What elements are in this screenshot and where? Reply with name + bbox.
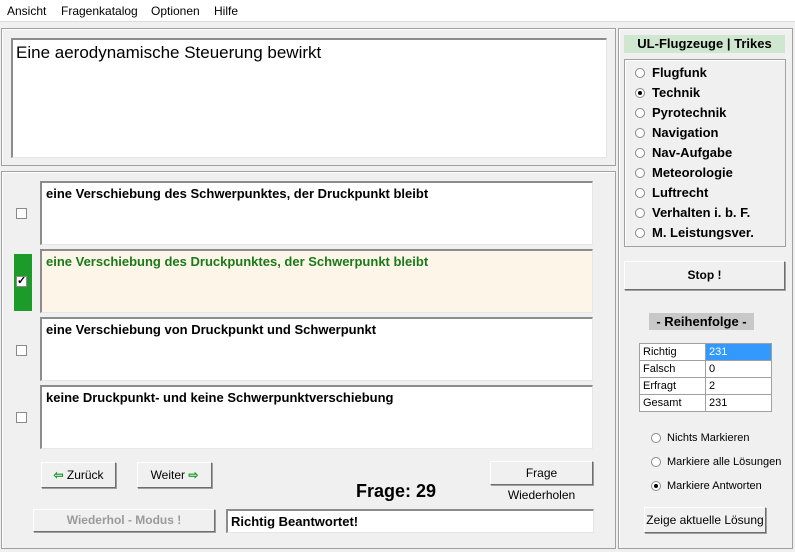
stat-label-falsch: Falsch <box>639 360 706 378</box>
table-row: Richtig 231 <box>639 343 772 361</box>
category-label-verhalten[interactable]: Verhalten i. b. F. <box>652 205 750 220</box>
stat-value-richtig: 231 <box>705 343 772 361</box>
stat-label-gesamt: Gesamt <box>639 394 706 412</box>
stat-label-richtig: Richtig <box>639 343 706 361</box>
stat-value-gesamt: 231 <box>705 394 772 412</box>
category-label-luftrecht[interactable]: Luftrecht <box>652 185 708 200</box>
arrow-left-icon: ⇦ <box>53 468 64 482</box>
radio-verhalten[interactable] <box>635 208 645 218</box>
radio-nichts-markieren[interactable] <box>651 433 661 443</box>
table-row: Falsch 0 <box>639 360 772 378</box>
radio-nav-aufgabe[interactable] <box>635 148 645 158</box>
menu-optionen[interactable]: Optionen <box>151 4 200 18</box>
stats-table: Richtig 231 Falsch 0 Erfragt 2 Gesamt 23… <box>639 343 772 412</box>
category-label-pyrotechnik[interactable]: Pyrotechnik <box>652 105 726 120</box>
back-button[interactable]: ⇦ Zurück <box>41 462 116 488</box>
radio-luftrecht[interactable] <box>635 188 645 198</box>
category-label-meteorologie[interactable]: Meteorologie <box>652 165 733 180</box>
show-solution-button[interactable]: Zeige aktuelle Lösung <box>644 507 766 533</box>
menu-hilfe[interactable]: Hilfe <box>214 4 238 18</box>
next-button[interactable]: Weiter ⇨ <box>137 462 212 488</box>
table-row: Erfragt 2 <box>639 377 772 395</box>
category-label-flugfunk[interactable]: Flugfunk <box>652 65 707 80</box>
reihenfolge-label: - Reihenfolge - <box>649 313 754 330</box>
mark-label-alle[interactable]: Markiere alle Lösungen <box>667 456 781 468</box>
answer-checkbox-1[interactable] <box>16 208 27 219</box>
answer-checkbox-2[interactable] <box>16 274 27 287</box>
radio-technik[interactable] <box>635 88 645 98</box>
wiederhol-mode-button[interactable]: Wiederhol - Modus ! <box>33 509 215 532</box>
radio-meteorologie[interactable] <box>635 168 645 178</box>
question-text: Eine aerodynamische Steuerung bewirkt <box>11 38 607 158</box>
answer-option-2[interactable]: eine Verschiebung des Druckpunktes, der … <box>40 249 593 313</box>
radio-pyrotechnik[interactable] <box>635 108 645 118</box>
next-button-label: Weiter <box>150 468 186 482</box>
category-label-leistungsver[interactable]: M. Leistungsver. <box>652 225 754 240</box>
radio-markiere-alle[interactable] <box>651 457 661 467</box>
menu-bar: Ansicht Fragenkatalog Optionen Hilfe <box>0 0 795 22</box>
mark-label-nichts[interactable]: Nichts Markieren <box>667 432 750 444</box>
status-field: Richtig Beantwortet! <box>226 509 594 533</box>
radio-leistungsver[interactable] <box>635 228 645 238</box>
stat-value-erfragt: 2 <box>705 377 772 395</box>
menu-ansicht[interactable]: Ansicht <box>7 4 46 18</box>
menu-fragenkatalog[interactable]: Fragenkatalog <box>61 4 138 18</box>
back-button-label: Zurück <box>66 468 104 482</box>
mark-label-antworten[interactable]: Markiere Antworten <box>667 480 762 492</box>
radio-flugfunk[interactable] <box>635 68 645 78</box>
answer-option-1[interactable]: eine Verschiebung des Schwerpunktes, der… <box>40 181 593 245</box>
question-number: Frage: 29 <box>356 481 437 501</box>
radio-markiere-antworten[interactable] <box>651 481 661 491</box>
stop-button[interactable]: Stop ! <box>624 261 785 290</box>
stat-value-falsch: 0 <box>705 360 772 378</box>
repeat-question-button[interactable]: Frage Wiederholen <box>490 461 593 502</box>
answer-option-4[interactable]: keine Druckpunkt- und keine Schwerpunktv… <box>40 385 593 449</box>
answer-option-3[interactable]: eine Verschiebung von Druckpunkt und Sch… <box>40 317 593 381</box>
arrow-right-icon: ⇨ <box>188 468 199 482</box>
category-label-technik[interactable]: Technik <box>652 85 700 100</box>
catalog-title: UL-Flugzeuge | Trikes <box>624 35 785 53</box>
answer-checkbox-3[interactable] <box>16 345 27 356</box>
category-label-nav-aufgabe[interactable]: Nav-Aufgabe <box>652 145 732 160</box>
table-row: Gesamt 231 <box>639 394 772 412</box>
radio-navigation[interactable] <box>635 128 645 138</box>
answer-checkbox-4[interactable] <box>16 412 27 423</box>
stat-label-erfragt: Erfragt <box>639 377 706 395</box>
category-label-navigation[interactable]: Navigation <box>652 125 718 140</box>
